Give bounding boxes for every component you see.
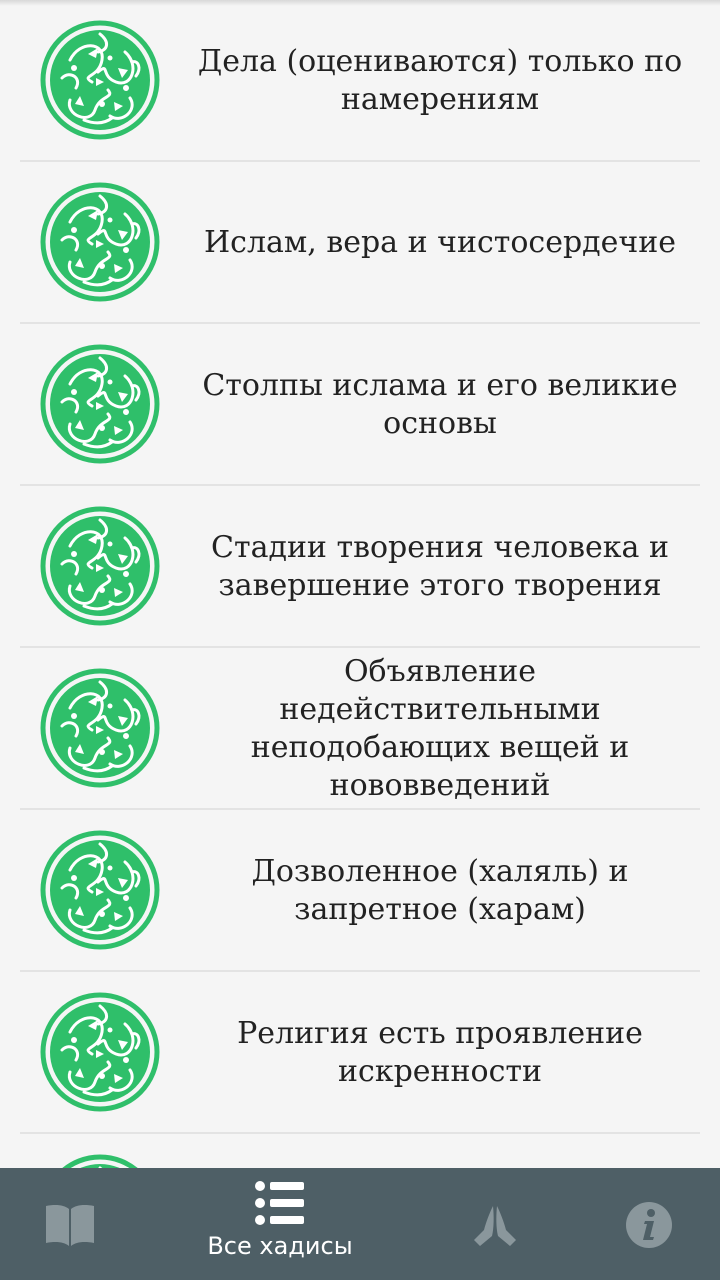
hadith-title: Религия есть проявление искренности	[237, 1016, 643, 1089]
nav-all-hadiths-label: Все хадисы	[207, 1232, 353, 1260]
nav-info[interactable]	[600, 1168, 720, 1280]
hadith-list[interactable]: Дела (оцениваются) только по намерениям …	[0, 0, 720, 1168]
info-icon	[626, 1202, 672, 1248]
nav-prayer[interactable]	[430, 1168, 560, 1280]
ornament-icon	[40, 668, 160, 788]
ornament-icon	[40, 992, 160, 1112]
bottom-navigation: Все хадисы	[0, 1168, 720, 1280]
ornament-icon	[40, 1154, 160, 1168]
hadith-list-item[interactable]: Ислам, вера и чистосердечие	[0, 162, 720, 324]
hadith-list-item[interactable]: Стадии творения человека и завершение эт…	[0, 486, 720, 648]
hadith-list-item[interactable]: Столпы ислама и его великие основы	[0, 324, 720, 486]
ornament-icon	[40, 20, 160, 140]
ornament-icon	[40, 830, 160, 950]
hadith-title: Ислам, вера и чистосердечие	[204, 225, 676, 260]
nav-book[interactable]	[0, 1168, 140, 1280]
praying-hands-icon	[474, 1206, 516, 1246]
hadith-list-item[interactable]: Объявление недействительными неподобающи…	[0, 648, 720, 810]
ornament-icon	[40, 344, 160, 464]
hadith-title: Стадии творения человека и завершение эт…	[211, 530, 669, 603]
hadith-list-item[interactable]: Религия есть проявление искренности	[0, 972, 720, 1134]
list-icon	[255, 1181, 304, 1225]
hadith-list-item[interactable]	[0, 1134, 720, 1168]
hadith-title: Дозволенное (халяль) и запретное (харам)	[251, 854, 629, 927]
hadith-list-item[interactable]: Дела (оцениваются) только по намерениям	[0, 0, 720, 162]
book-icon	[46, 1205, 94, 1246]
nav-all-hadiths[interactable]: Все хадисы	[200, 1168, 360, 1280]
hadith-title: Дела (оцениваются) только по намерениям	[197, 44, 683, 117]
hadith-title: Объявление недействительными неподобающи…	[250, 654, 630, 803]
ornament-icon	[40, 506, 160, 626]
hadith-list-item[interactable]: Дозволенное (халяль) и запретное (харам)	[0, 810, 720, 972]
hadith-title: Столпы ислама и его великие основы	[202, 368, 678, 441]
ornament-icon	[40, 182, 160, 302]
